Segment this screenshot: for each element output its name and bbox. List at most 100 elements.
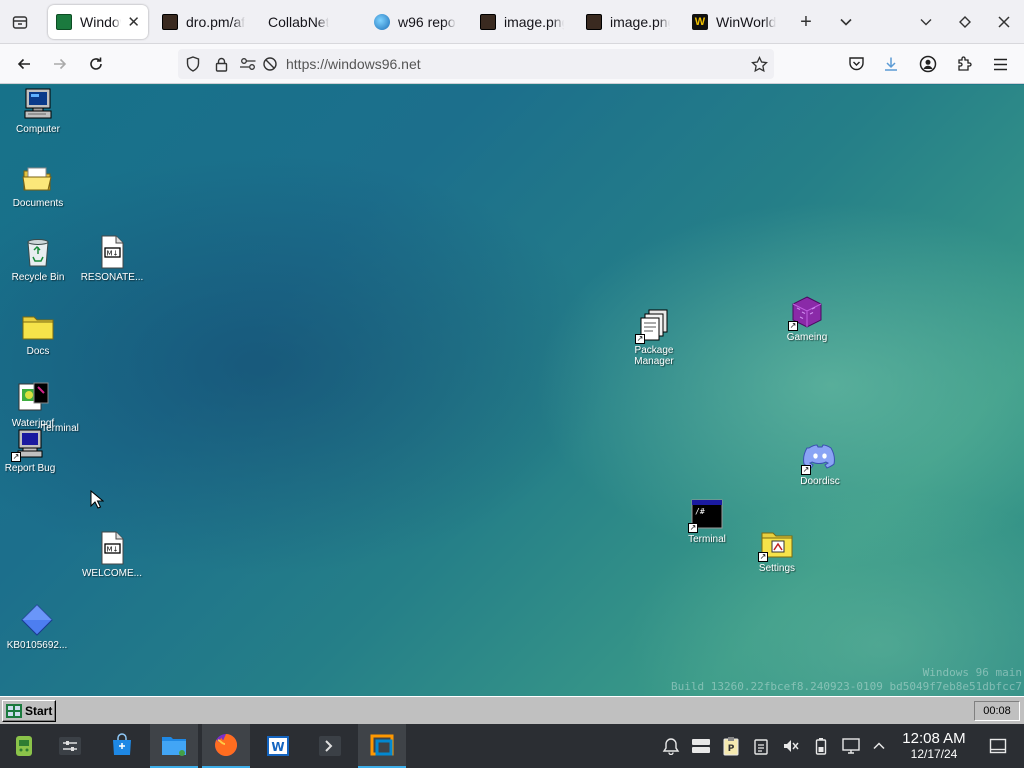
globe-favicon-icon (374, 14, 390, 30)
svg-text:M↓: M↓ (107, 250, 119, 258)
tab-windows96[interactable]: Windows 96 ✕ (48, 5, 148, 39)
minimize-icon[interactable] (912, 8, 940, 36)
tab-label: CollabNet (268, 14, 330, 30)
forward-icon[interactable] (46, 50, 74, 78)
icon-label: Recycle Bin (11, 272, 65, 283)
icon-label: Computer (16, 124, 60, 135)
w96-desktop[interactable]: Computer Documents Recycle Bin M↓ RESONA… (0, 85, 1024, 696)
markdown-file-icon: M↓ (95, 235, 129, 269)
tracking-blocked-icon[interactable] (260, 54, 280, 74)
mouse-cursor-icon (90, 489, 105, 515)
winworld-favicon-icon: W (692, 14, 708, 30)
start-label: Start (25, 704, 53, 718)
system-settings-icon[interactable] (46, 724, 94, 768)
report-bug-icon: ↗ (11, 426, 47, 462)
download-icon[interactable] (877, 50, 905, 78)
icon-label: Gameing (786, 332, 828, 343)
desktop-icon-report-bug[interactable]: ↗ Report Bug (0, 426, 75, 474)
discover-store-icon[interactable] (98, 724, 146, 768)
svg-text:/#: /# (695, 507, 705, 516)
tab-image-png-2[interactable]: image.png (578, 5, 680, 39)
shortcut-arrow-icon: ↗ (688, 523, 698, 533)
w96-clock[interactable]: 00:08 (974, 701, 1020, 721)
host-clock-date[interactable]: 12/17/24 (896, 747, 972, 761)
virtualbox-icon[interactable] (358, 724, 406, 768)
settings-folder-icon: ↗ (758, 526, 794, 562)
tab-w96-repo[interactable]: w96 repo (366, 5, 470, 39)
back-icon[interactable] (10, 50, 38, 78)
icon-label: KB0105692... (6, 640, 68, 651)
account-icon[interactable] (914, 50, 942, 78)
icon-label: Report Bug (4, 463, 56, 474)
diamond-icon (20, 603, 54, 637)
tray-expand-icon[interactable] (869, 736, 889, 756)
tab-collabnet[interactable]: CollabNet (260, 5, 360, 39)
folder-icon (21, 309, 55, 343)
icon-label: Docs (26, 346, 50, 357)
desktop-icon-gameing[interactable]: ↗ Gameing (762, 295, 852, 343)
icon-label: Settings (758, 563, 796, 574)
shield-icon[interactable] (183, 54, 203, 74)
battery-icon[interactable] (811, 736, 831, 756)
desktop-icon-documents[interactable]: Documents (0, 161, 83, 209)
reload-icon[interactable] (82, 50, 110, 78)
w96-taskbar: Start 00:08 (0, 696, 1024, 724)
watermark-line-2: Build 13260.22fbcef8.240923-0109 bd5049f… (671, 680, 1022, 693)
desktop-icon-package-manager[interactable]: ↗ Package Manager (609, 308, 699, 367)
url-text[interactable]: https://windows96.net (286, 56, 421, 72)
url-bar[interactable]: https://windows96.net (178, 49, 774, 79)
windows96-favicon-icon (56, 14, 72, 30)
desktop-icon-docs[interactable]: Docs (0, 309, 83, 357)
restore-icon[interactable] (951, 8, 979, 36)
desktop-icon-doordisc[interactable]: ↗ Doordisc (775, 439, 865, 487)
close-icon[interactable] (990, 8, 1018, 36)
extensions-icon[interactable] (950, 50, 978, 78)
desktop-icon-welcome[interactable]: M↓ WELCOME... (67, 531, 157, 579)
discord-icon: ↗ (801, 439, 837, 475)
menu-icon[interactable] (986, 50, 1014, 78)
drive-status-icon[interactable] (691, 736, 711, 756)
tab-dro-pm[interactable]: dro.pm/af (154, 5, 258, 39)
desktop-icon-kb0105692[interactable]: KB0105692... (0, 603, 82, 651)
icon-label: Package Manager (634, 345, 674, 367)
host-panel: W P 12:08 AM 12/17/24 (0, 724, 1024, 768)
new-tab-icon[interactable]: + (792, 8, 820, 36)
app-launcher-icon[interactable] (0, 724, 48, 768)
host-clock-time[interactable]: 12:08 AM (896, 731, 972, 747)
desktop-icon-computer[interactable]: Computer (0, 87, 83, 135)
icon-label: Doordisc (800, 476, 840, 487)
desktop-icon-resonate[interactable]: M↓ RESONATE... (67, 235, 157, 283)
shortcut-arrow-icon: ↗ (11, 452, 21, 462)
winworld-app-icon[interactable]: W (254, 724, 302, 768)
tab-winworld[interactable]: W WinWorld (684, 5, 786, 39)
lock-icon[interactable] (211, 54, 231, 74)
klipper-clipboard-icon[interactable] (751, 736, 771, 756)
icon-label: Documents (12, 198, 64, 209)
show-desktop-icon[interactable] (988, 736, 1008, 756)
shortcut-arrow-icon: ↗ (758, 552, 768, 562)
tab-label: image.png (504, 14, 564, 30)
tab-image-png-1[interactable]: image.png (472, 5, 574, 39)
notifications-icon[interactable] (661, 736, 681, 756)
start-button[interactable]: Start (2, 700, 56, 722)
file-manager-icon[interactable] (150, 724, 198, 768)
tab-list-icon[interactable] (6, 8, 34, 36)
firefox-icon[interactable] (202, 724, 250, 768)
recycle-bin-icon (21, 235, 55, 269)
konsole-terminal-icon[interactable] (306, 724, 354, 768)
terminal-icon: /# ↗ (688, 497, 724, 533)
markdown-file-icon: M↓ (95, 531, 129, 565)
tab-overflow-icon[interactable] (832, 8, 860, 36)
bookmark-star-icon[interactable] (749, 54, 769, 74)
clipboard-manager-icon[interactable]: P (721, 736, 741, 756)
image-favicon-icon (586, 14, 602, 30)
pocket-icon[interactable] (842, 50, 870, 78)
open-folder-icon (21, 161, 55, 195)
permissions-icon[interactable] (238, 54, 258, 74)
network-icon[interactable] (841, 736, 861, 756)
desktop-icon-waterjpgf[interactable]: Waterjpgf (0, 381, 78, 429)
volume-muted-icon[interactable] (781, 736, 801, 756)
close-tab-icon[interactable]: ✕ (127, 13, 140, 31)
desktop-icon-settings[interactable]: ↗ Settings (732, 526, 822, 574)
watermark-line-1: Windows 96 main (922, 666, 1022, 679)
